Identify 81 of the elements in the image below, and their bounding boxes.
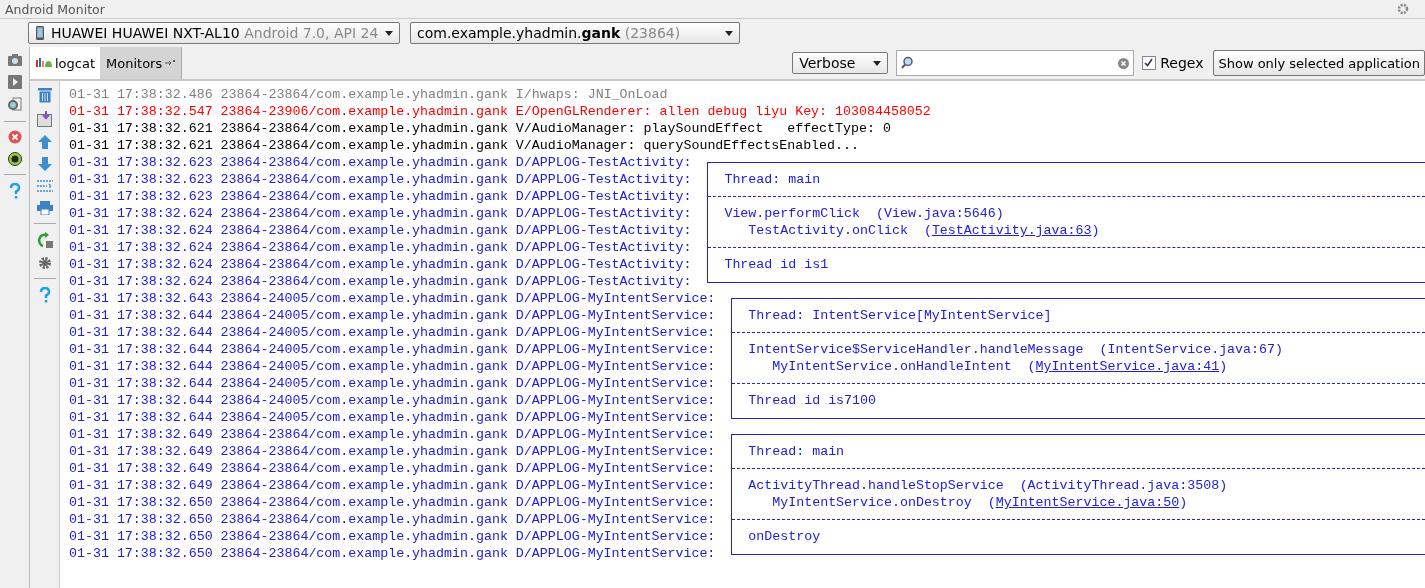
log-line: 01-31 17:38:32.624 23864-23864/com.example.yhadmin.gank D/APPLOG-TestActivity: [69, 256, 692, 273]
log-message: Thread: main [724, 172, 821, 187]
caret-icon [385, 30, 393, 36]
globe-icon[interactable] [7, 152, 22, 166]
settings-icon[interactable] [37, 256, 52, 270]
regex-checkbox[interactable] [1142, 56, 1157, 70]
log-message: allen debug liyu Key: 103084458052 [659, 103, 931, 120]
log-line: 01-31 17:38:32.624 23864-23864/com.example.yhadmin.gank D/APPLOG-TestActivity: [69, 239, 692, 256]
log-line: 01-31 17:38:32.650 23864-23864/com.example.yhadmin.gank D/APPLOG-MyIntentService: [69, 545, 716, 562]
log-message: View.performClick (View.java:5646) [724, 206, 1004, 221]
log-line: 01-31 17:38:32.644 23864-24005/com.example.yhadmin.gank D/APPLOG-MyIntentService: [69, 392, 716, 409]
android-icon [36, 58, 52, 68]
log-line: 01-31 17:38:32.644 23864-24005/com.example.yhadmin.gank D/APPLOG-MyIntentService: [69, 409, 716, 426]
search-icon [901, 56, 916, 70]
log-line: 01-31 17:38:32.649 23864-23864/com.example.yhadmin.gank D/APPLOG-MyIntentService: [69, 477, 716, 494]
printer-icon[interactable] [36, 201, 53, 215]
help-icon[interactable] [38, 287, 51, 303]
screen-search-icon[interactable] [6, 97, 23, 113]
log-line: 01-31 17:38:32.644 23864-24005/com.example.yhadmin.gank D/APPLOG-MyIntentService: [69, 375, 716, 392]
log-message: Thread id is1 [724, 257, 829, 272]
log-message: MyIntentService.onDestroy (MyIntentService.java:50) [771, 495, 1188, 510]
source-link[interactable]: MyIntentService.java:41 [1035, 359, 1220, 374]
tab[interactable]: logcat [30, 47, 103, 79]
arrow-up-icon[interactable] [37, 135, 52, 149]
log-line: 01-31 17:38:32.650 23864-23864/com.example.yhadmin.gank D/APPLOG-MyIntentService: [69, 511, 716, 528]
gear-icon[interactable] [1397, 3, 1409, 15]
log-message: TestActivity.onClick (TestActivity.java:63) [747, 223, 1100, 238]
log-message: Thread: IntentService[MyIntentService] [748, 308, 1052, 323]
log-message: IntentService$ServiceHandler.handleMessage (IntentService.java:67) [748, 342, 1283, 357]
source-link[interactable]: MyIntentService.java:50 [995, 495, 1180, 510]
camera-icon[interactable] [6, 53, 23, 67]
export-icon[interactable] [36, 111, 53, 127]
log-line: 01-31 17:38:32.623 23864-23864/com.example.yhadmin.gank D/APPLOG-TestActivity: [69, 171, 692, 188]
regex-label: Regex [1160, 55, 1204, 71]
log-line: 01-31 17:38:32.649 23864-23864/com.example.yhadmin.gank D/APPLOG-MyIntentService: [69, 426, 716, 443]
log-message: playSoundEffect effectType: 0 [643, 120, 891, 137]
tab[interactable]: Monitors [100, 47, 183, 79]
help-icon[interactable] [8, 183, 21, 199]
source-link[interactable]: TestActivity.java:63 [931, 223, 1092, 238]
log-message: MyIntentService.onHandleIntent (MyIntentService.java:41) [771, 359, 1228, 374]
pin-icon [165, 59, 176, 67]
clear-icon[interactable] [1118, 57, 1130, 69]
log-line: 01-31 17:38:32.624 23864-23864/com.example.yhadmin.gank D/APPLOG-TestActivity: [69, 205, 692, 222]
log-line: 01-31 17:38:32.644 23864-24005/com.example.yhadmin.gank D/APPLOG-MyIntentService: [69, 358, 716, 375]
caret-icon [873, 60, 882, 66]
phone-icon [35, 25, 45, 41]
trash-icon[interactable] [37, 87, 52, 103]
log-line: 01-31 17:38:32.649 23864-23864/com.example.yhadmin.gank D/APPLOG-MyIntentService: [69, 443, 716, 460]
caret-icon [725, 30, 733, 36]
log-line: 01-31 17:38:32.486 23864-23864/com.example.yhadmin.gank I/hwaps: [69, 86, 580, 103]
log-message: onDestroy [748, 529, 821, 544]
log-line: 01-31 17:38:32.650 23864-23864/com.example.yhadmin.gank D/APPLOG-MyIntentService: [69, 494, 716, 511]
log-level-dropdown[interactable]: Verbose [792, 52, 889, 74]
window-title: Android Monitor [5, 1, 105, 17]
log-line: 01-31 17:38:32.624 23864-23864/com.example.yhadmin.gank D/APPLOG-TestActivity: [69, 273, 692, 290]
log-message: Thread: main [748, 444, 845, 459]
log-line: 01-31 17:38:32.644 23864-24005/com.example.yhadmin.gank D/APPLOG-MyIntentService: [69, 341, 716, 358]
process-dropdown[interactable]: com.example.yhadmin.gank (23864) [410, 22, 740, 44]
search-field[interactable] [896, 50, 1135, 76]
stop-icon[interactable] [7, 130, 22, 144]
log-line: 01-31 17:38:32.623 23864-23864/com.example.yhadmin.gank D/APPLOG-TestActivity: [69, 154, 692, 171]
log-line: 01-31 17:38:32.621 23864-23864/com.example.yhadmin.gank V/AudioManager: [69, 120, 636, 137]
log-message: ActivityThread.handleStopService (ActivityThread.java:3508) [748, 478, 1228, 493]
log-message: querySoundEffectsEnabled... [643, 137, 859, 154]
log-line: 01-31 17:38:32.644 23864-24005/com.example.yhadmin.gank D/APPLOG-MyIntentService: [69, 307, 716, 324]
log-line: 01-31 17:38:32.547 23864-23906/com.example.yhadmin.gank E/OpenGLRenderer: [69, 103, 652, 120]
log-line: 01-31 17:38:32.624 23864-23864/com.example.yhadmin.gank D/APPLOG-TestActivity: [69, 222, 692, 239]
log-line: 01-31 17:38:32.644 23864-24005/com.example.yhadmin.gank D/APPLOG-MyIntentService: [69, 324, 716, 341]
log-line: 01-31 17:38:32.649 23864-23864/com.example.yhadmin.gank D/APPLOG-MyIntentService: [69, 460, 716, 477]
log-line: 01-31 17:38:32.621 23864-23864/com.example.yhadmin.gank V/AudioManager: [69, 137, 636, 154]
play-icon[interactable] [7, 75, 22, 89]
log-line: 01-31 17:38:32.650 23864-23864/com.example.yhadmin.gank D/APPLOG-MyIntentService: [69, 528, 716, 545]
log-line: 01-31 17:38:32.643 23864-24005/com.example.yhadmin.gank D/APPLOG-MyIntentService: [69, 290, 716, 307]
scope-dropdown[interactable]: Show only selected application [1213, 50, 1425, 76]
arrow-down-icon[interactable] [37, 157, 52, 171]
log-message: JNI_OnLoad [587, 86, 668, 103]
log-message: Thread id is7100 [748, 393, 876, 408]
restart-icon[interactable] [36, 232, 53, 248]
device-dropdown[interactable]: HUAWEI HUAWEI NXT-AL10 Android 7.0, API 24 [28, 22, 400, 44]
wrap-icon[interactable] [36, 179, 53, 193]
log-line: 01-31 17:38:32.623 23864-23864/com.example.yhadmin.gank D/APPLOG-TestActivity: [69, 188, 692, 205]
